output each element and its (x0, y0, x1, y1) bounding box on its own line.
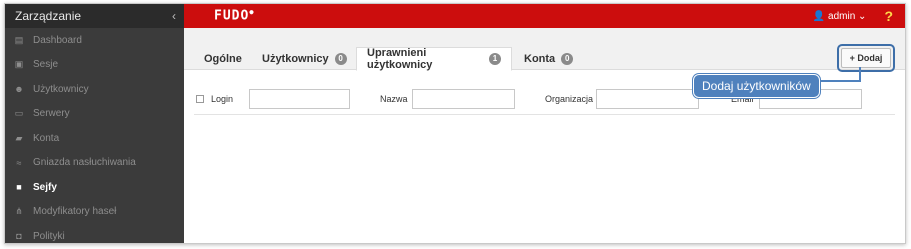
callout-connector (820, 67, 861, 82)
app-window: Zarządzanie ‹ ▤ Dashboard ▣ Sesje ☻ Użytkowni… (4, 3, 906, 244)
callout-tooltip: Dodaj użytkowników (693, 74, 820, 98)
